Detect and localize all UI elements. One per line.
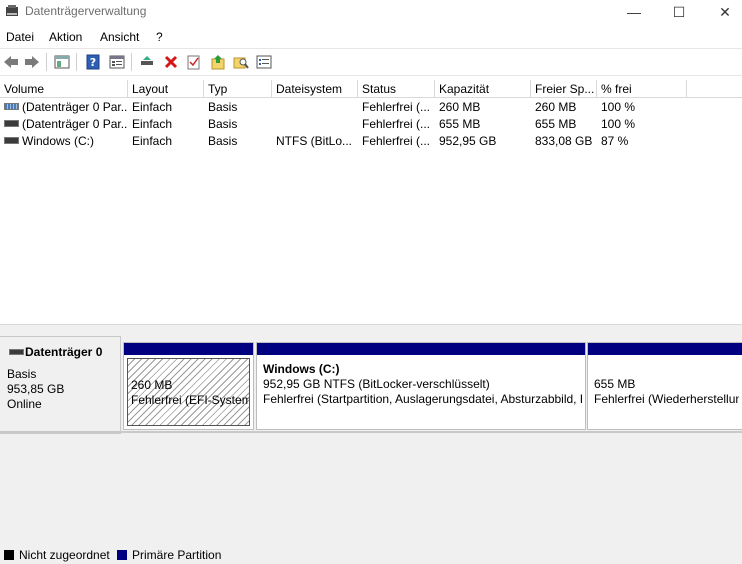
column-header-layout[interactable]: Layout <box>128 80 204 98</box>
toolbar: ? <box>0 48 742 76</box>
disk-icon <box>9 349 24 355</box>
legend-bar: Nicht zugeordnet Primäre Partition <box>0 546 742 564</box>
list-icon[interactable] <box>255 53 273 71</box>
partition-title: Windows (C:) <box>263 362 340 376</box>
layout-cell: Einfach <box>132 117 173 131</box>
table-row[interactable]: (Datenträger 0 Par... Einfach Basis Fehl… <box>0 116 742 133</box>
percent-free-cell: 100 % <box>601 100 636 114</box>
checkmark-icon[interactable] <box>185 53 203 71</box>
disk-state: Online <box>7 397 42 411</box>
layout-cell: Einfach <box>132 134 173 148</box>
volume-cell: (Datenträger 0 Par... <box>0 116 128 133</box>
forward-icon[interactable] <box>23 53 41 71</box>
partition-size: 655 MB <box>594 377 636 391</box>
column-header-volume[interactable]: Volume <box>0 80 128 98</box>
partition-body: 260 MB Fehlerfrei (EFI-Systempartition) <box>127 358 250 426</box>
table-row[interactable]: (Datenträger 0 Par... Einfach Basis Fehl… <box>0 99 742 116</box>
properties-icon[interactable] <box>108 53 126 71</box>
filesystem-cell <box>272 116 358 133</box>
volume-list: Volume Layout Typ Dateisystem Status Kap… <box>0 80 742 326</box>
volume-icon <box>4 120 19 128</box>
disk-info-panel[interactable]: Datenträger 0 Basis 953,85 GB Online <box>0 336 121 434</box>
disk-size: 953,85 GB <box>7 382 65 396</box>
status-cell: Fehlerfrei (... <box>362 117 431 131</box>
percent-free-cell: 87 % <box>601 134 629 148</box>
legend-unallocated-label: Nicht zugeordnet <box>19 548 110 562</box>
column-header-prozent-frei[interactable]: % frei <box>597 80 687 98</box>
window-title: Datenträgerverwaltung <box>25 4 147 18</box>
legend-unallocated-swatch <box>4 550 14 560</box>
volume-icon <box>4 103 19 111</box>
free-space-cell: 655 MB <box>535 117 577 131</box>
delete-icon[interactable] <box>162 53 180 71</box>
svg-text:?: ? <box>90 56 96 69</box>
partition-efi[interactable]: 260 MB Fehlerfrei (EFI-Systempartition) <box>123 342 254 430</box>
disk-type: Basis <box>7 367 37 381</box>
filesystem-cell: NTFS (BitLo... <box>276 134 353 148</box>
filesystem-cell <box>272 99 358 116</box>
menu-ansicht[interactable]: Ansicht <box>100 30 139 44</box>
title-bar: Datenträgerverwaltung — ☐ ✕ <box>0 0 742 24</box>
partition-recovery[interactable]: 655 MB Fehlerfrei (Wiederherstellungspar… <box>587 342 742 430</box>
partition-body: Windows (C:) 952,95 GB NTFS (BitLocker-v… <box>260 358 582 426</box>
column-header-empty <box>687 80 742 98</box>
disk-name: Datenträger 0 <box>25 345 103 359</box>
partition-size: 952,95 GB NTFS (BitLocker-verschlüsselt) <box>263 377 490 391</box>
column-header-kapazitaet[interactable]: Kapazität <box>435 80 531 98</box>
volume-cell: (Datenträger 0 Par... <box>0 99 128 116</box>
column-header-dateisystem[interactable]: Dateisystem <box>272 80 358 98</box>
maximize-button[interactable]: ☐ <box>656 0 702 24</box>
partition-status: Fehlerfrei (EFI-Systempartition) <box>131 393 249 407</box>
layout-cell: Einfach <box>132 100 173 114</box>
column-header-typ[interactable]: Typ <box>204 80 272 98</box>
disk-row-divider <box>0 431 742 433</box>
capacity-cell: 260 MB <box>439 100 481 114</box>
console-tree-icon[interactable] <box>53 53 71 71</box>
status-cell: Fehlerfrei (... <box>362 100 431 114</box>
disk-management-app-icon <box>5 4 19 18</box>
partition-body: 655 MB Fehlerfrei (Wiederherstellungspar… <box>591 358 739 426</box>
partition-size: 260 MB <box>131 378 173 392</box>
type-cell: Basis <box>208 134 238 148</box>
close-button[interactable]: ✕ <box>702 0 742 24</box>
partition-type-bar <box>124 343 253 355</box>
partition-type-bar <box>588 343 742 355</box>
capacity-cell: 655 MB <box>439 117 481 131</box>
percent-free-cell: 100 % <box>601 117 636 131</box>
partition-status: Fehlerfrei (Wiederherstellungspartition) <box>594 392 739 406</box>
menu-datei[interactable]: Datei <box>6 30 34 44</box>
partition-type-bar <box>257 343 585 355</box>
volume-icon <box>4 137 19 145</box>
status-cell: Fehlerfrei (... <box>362 134 431 148</box>
folder-up-icon[interactable] <box>209 53 227 71</box>
menu-bar: Datei Aktion Ansicht ? <box>0 25 742 47</box>
legend-primary-label: Primäre Partition <box>132 548 222 562</box>
type-cell: Basis <box>208 100 238 114</box>
column-header-freier-speicher[interactable]: Freier Sp... <box>531 80 597 98</box>
type-cell: Basis <box>208 117 238 131</box>
table-row[interactable]: Windows (C:) Einfach Basis NTFS (BitLo..… <box>0 133 742 150</box>
minimize-button[interactable]: — <box>611 0 657 24</box>
help-icon[interactable]: ? <box>84 53 102 71</box>
disk-graphical-view: Datenträger 0 Basis 953,85 GB Online 260… <box>0 330 742 546</box>
menu-help[interactable]: ? <box>156 30 163 44</box>
capacity-cell: 952,95 GB <box>439 134 497 148</box>
partition-windows-c[interactable]: Windows (C:) 952,95 GB NTFS (BitLocker-v… <box>256 342 586 430</box>
back-icon[interactable] <box>2 53 20 71</box>
legend-primary-swatch <box>117 550 127 560</box>
free-space-cell: 260 MB <box>535 100 577 114</box>
column-header-status[interactable]: Status <box>358 80 435 98</box>
partition-status: Fehlerfrei (Startpartition, Auslagerungs… <box>263 392 582 406</box>
volume-cell: Windows (C:) <box>0 133 128 150</box>
folder-search-icon[interactable] <box>232 53 250 71</box>
menu-aktion[interactable]: Aktion <box>49 30 82 44</box>
free-space-cell: 833,08 GB <box>535 134 593 148</box>
connect-disk-icon[interactable] <box>138 53 156 71</box>
